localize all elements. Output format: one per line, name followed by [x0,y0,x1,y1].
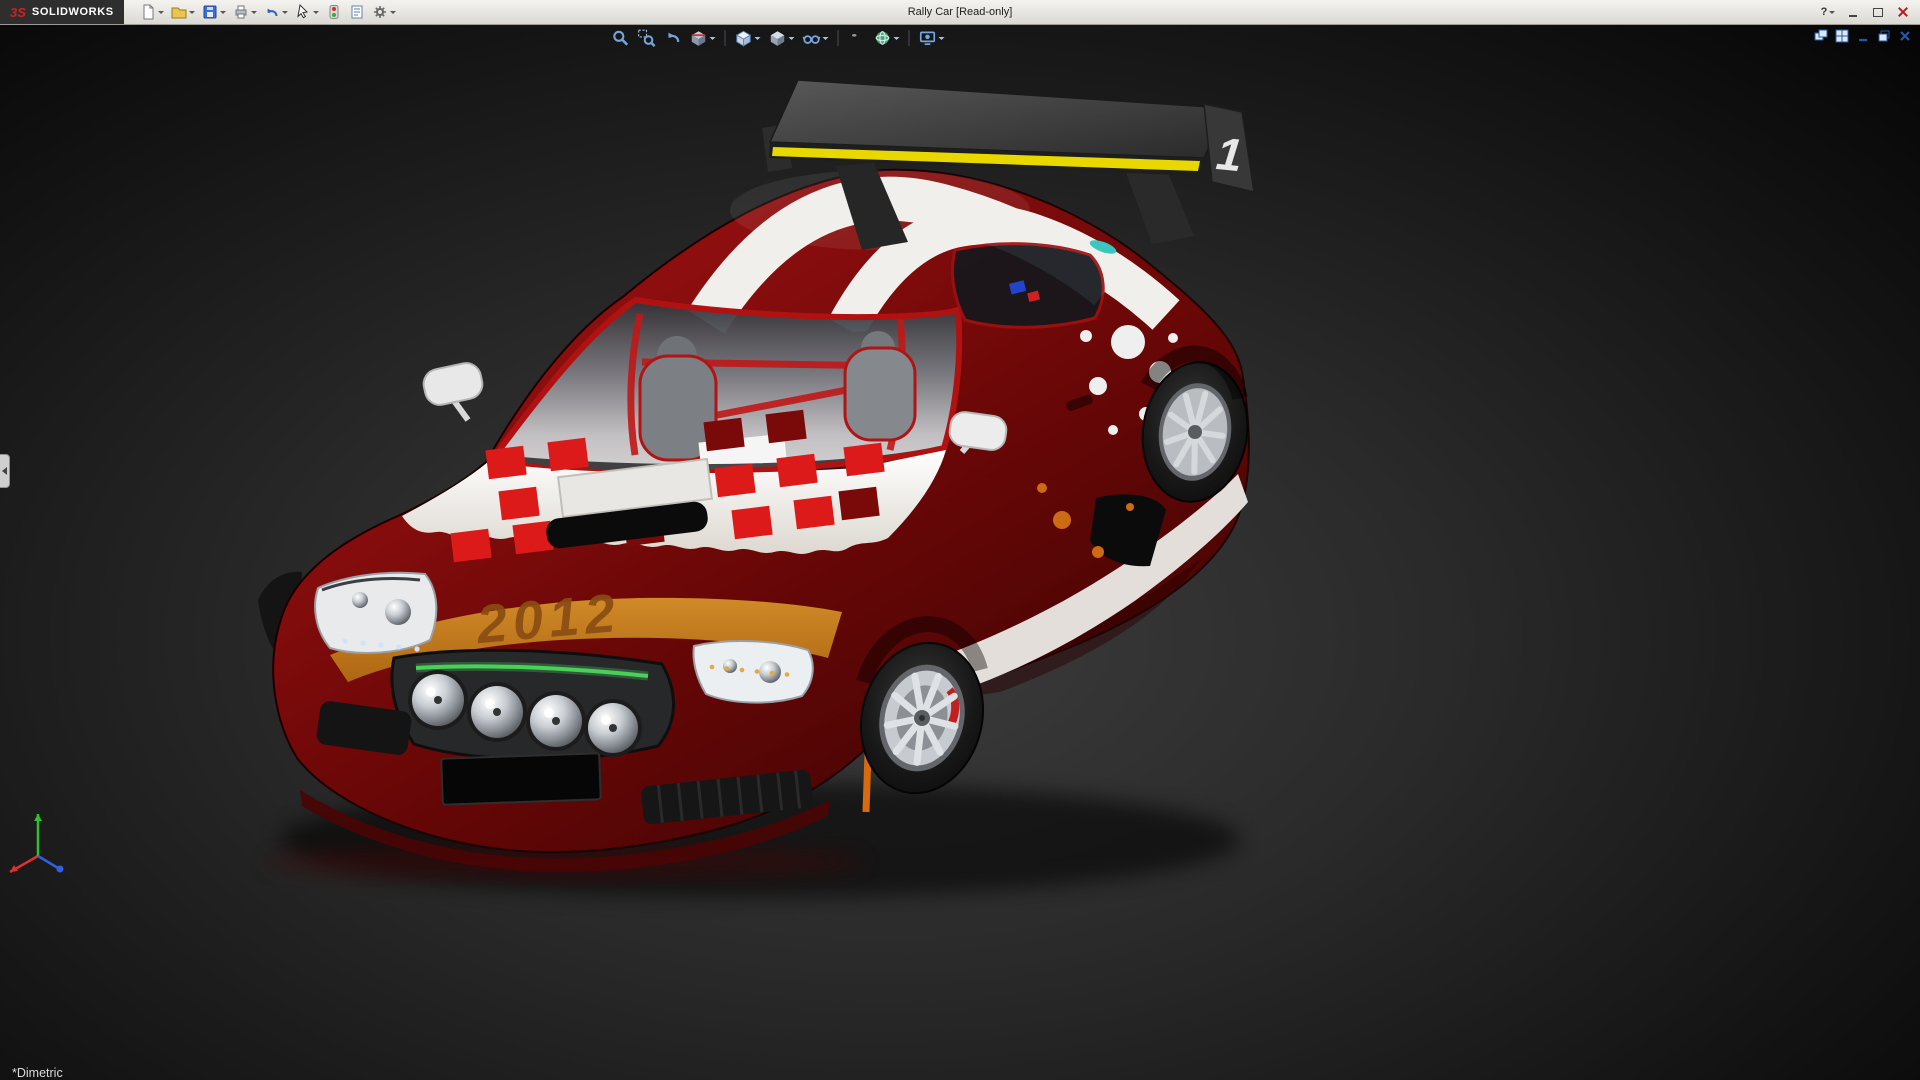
edit-appearance-button[interactable] [846,28,868,48]
help-icon: ? [1821,6,1828,18]
dropdown-caret[interactable] [251,11,257,14]
rebuild-button[interactable] [324,2,344,22]
zoom-to-fit-icon [612,29,630,47]
left-mirror [421,360,485,420]
print-icon [233,4,249,20]
view-settings-icon [919,29,937,47]
solidworks-logo: 3S SOLIDWORKS [0,0,124,24]
solidworks-brand-text: SOLIDWORKS [32,6,114,18]
save-button[interactable] [200,2,228,22]
dropdown-caret[interactable] [789,37,795,40]
car-model[interactable]: 2012 [258,80,1256,898]
close-button[interactable] [1894,4,1912,20]
dropdown-caret[interactable] [710,37,716,40]
close-doc-button[interactable] [1897,28,1912,43]
cascade-doc-icon [1814,29,1828,43]
view-settings-button[interactable] [917,28,947,48]
right-headlight [694,641,813,703]
hide-show-button[interactable] [801,28,831,48]
save-icon [202,4,218,20]
edit-appearance-icon [848,29,866,47]
new-document-button[interactable] [138,2,166,22]
file-properties-button[interactable] [347,2,367,22]
left-headlight [315,573,436,653]
window-controls: ? [1819,4,1920,20]
file-properties-icon [349,4,365,20]
toolbar-separator [725,30,726,46]
select-button[interactable] [293,2,321,22]
close-doc-icon [1898,29,1912,43]
minimize-doc-button[interactable] [1855,28,1870,43]
cascade-doc-button[interactable] [1813,28,1828,43]
select-icon [295,4,311,20]
dropdown-caret[interactable] [220,11,226,14]
dropdown-caret[interactable] [939,37,945,40]
reference-triad [10,814,64,873]
tile-doc-button[interactable] [1834,28,1849,43]
minimize-icon [1849,15,1857,17]
restore-doc-icon [1877,29,1891,43]
zoom-to-fit-button[interactable] [610,28,632,48]
display-style-button[interactable] [767,28,797,48]
hide-show-icon [803,29,821,47]
previous-view-icon [664,29,682,47]
restore-button[interactable] [1869,4,1887,20]
hood-year-decal: 2012 [473,583,623,655]
race-number-decal: 1 [1214,127,1245,181]
minimize-doc-icon [1856,29,1870,43]
dropdown-caret[interactable] [158,11,164,14]
open-button[interactable] [169,2,197,22]
apply-scene-icon [874,29,892,47]
chevron-down-icon [1829,11,1835,14]
undo-button[interactable] [262,2,290,22]
view-orientation-button[interactable] [733,28,763,48]
help-button[interactable]: ? [1819,4,1837,20]
toolbar-separator [838,30,839,46]
dropdown-caret[interactable] [390,11,396,14]
options-button[interactable] [370,2,398,22]
dropdown-caret[interactable] [894,37,900,40]
zoom-to-area-button[interactable] [636,28,658,48]
open-icon [171,4,187,20]
standard-toolbar [138,2,398,22]
graphics-viewport[interactable]: 2012 [0,24,1920,1080]
dropdown-caret[interactable] [313,11,319,14]
options-icon [372,4,388,20]
apply-scene-button[interactable] [872,28,902,48]
dropdown-caret[interactable] [823,37,829,40]
zoom-to-area-icon [638,29,656,47]
display-style-icon [769,29,787,47]
section-view-icon [690,29,708,47]
restore-icon [1873,8,1883,17]
headsup-toolbar [604,26,953,50]
minimize-button[interactable] [1844,4,1862,20]
dropdown-caret[interactable] [755,37,761,40]
dropdown-caret[interactable] [282,11,288,14]
model-viewport-scene: 2012 [0,24,1920,1080]
solidworks-logo-mark-icon: 3S [10,5,26,20]
chevron-left-icon [2,467,7,475]
print-button[interactable] [231,2,259,22]
window-title: Rally Car [Read-only] [908,6,1013,18]
close-icon [1898,7,1908,17]
restore-doc-button[interactable] [1876,28,1891,43]
view-orientation-icon [735,29,753,47]
front-grille[interactable] [392,650,674,759]
dropdown-caret[interactable] [189,11,195,14]
new-document-icon [140,4,156,20]
document-window-controls [1813,28,1912,43]
rebuild-icon [326,4,342,20]
toolbar-separator [909,30,910,46]
section-view-button[interactable] [688,28,718,48]
titlebar: 3S SOLIDWORKS Rally Car [Read-only] ? [0,0,1920,25]
undo-icon [264,4,280,20]
tile-doc-icon [1835,29,1849,43]
view-orientation-label: *Dimetric [12,1066,63,1080]
license-plate [441,753,601,804]
previous-view-button[interactable] [662,28,684,48]
panel-collapse-tab[interactable] [0,454,10,488]
